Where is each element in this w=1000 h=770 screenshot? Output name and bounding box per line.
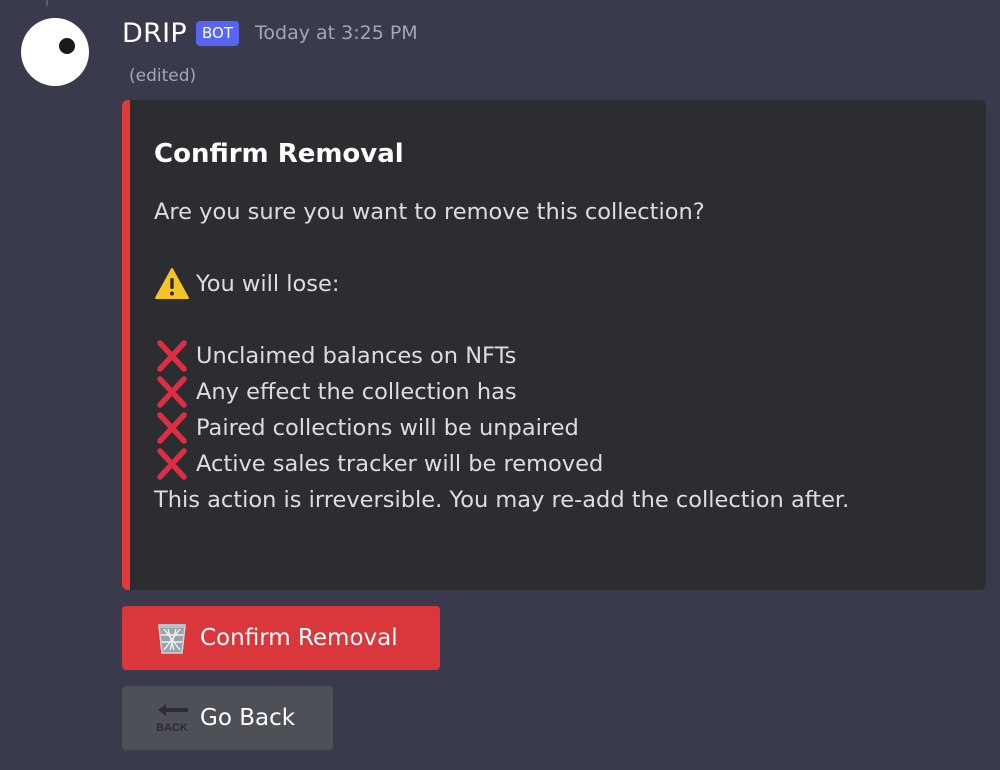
list-item: Unclaimed balances on NFTs	[154, 338, 966, 374]
embed-card: Confirm Removal Are you sure you want to…	[122, 100, 986, 590]
confirm-removal-button[interactable]: Confirm Removal	[122, 606, 440, 670]
timestamp[interactable]: Today at 3:25 PM	[255, 22, 418, 44]
list-item: Active sales tracker will be removed	[154, 446, 966, 482]
avatar[interactable]	[21, 18, 89, 86]
message-header: DRIP BOT Today at 3:25 PM	[122, 13, 418, 53]
embed-description: Are you sure you want to remove this col…	[154, 194, 966, 518]
avatar-eye	[59, 38, 75, 54]
warning-icon	[154, 266, 190, 302]
embed-title: Confirm Removal	[154, 139, 404, 169]
list-item-text: Active sales tracker will be removed	[196, 451, 604, 477]
cross-mark-icon	[154, 374, 190, 410]
list-item-text: Any effect the collection has	[196, 379, 517, 405]
back-arrow-icon: BACK	[154, 700, 190, 736]
list-item: Paired collections will be unpaired	[154, 410, 966, 446]
warning-line: You will lose:	[154, 266, 966, 302]
footer-note: This action is irreversible. You may re-…	[154, 487, 850, 513]
list-item: Any effect the collection has	[154, 374, 966, 410]
warning-text: You will lose:	[196, 271, 340, 297]
cross-mark-icon	[154, 338, 190, 374]
footer-note-line: This action is irreversible. You may re-…	[154, 482, 966, 518]
list-item-text: Paired collections will be unpaired	[196, 415, 579, 441]
username[interactable]: DRIP	[122, 18, 187, 49]
confirm-removal-label: Confirm Removal	[200, 625, 398, 651]
bot-tag: BOT	[196, 20, 239, 46]
scroll-divider-tick	[46, 0, 48, 6]
list-item-text: Unclaimed balances on NFTs	[196, 343, 517, 369]
go-back-label: Go Back	[200, 705, 296, 731]
cross-mark-icon	[154, 446, 190, 482]
embed-content: Confirm Removal Are you sure you want to…	[154, 136, 966, 518]
go-back-button[interactable]: BACK Go Back	[122, 686, 333, 750]
embed-accent-bar	[122, 100, 130, 590]
question-text: Are you sure you want to remove this col…	[154, 199, 705, 225]
edited-label: (edited)	[129, 66, 197, 86]
question-line: Are you sure you want to remove this col…	[154, 194, 966, 230]
cross-mark-icon	[154, 410, 190, 446]
back-icon-text: BACK	[156, 722, 188, 734]
wastebasket-icon	[154, 620, 190, 656]
